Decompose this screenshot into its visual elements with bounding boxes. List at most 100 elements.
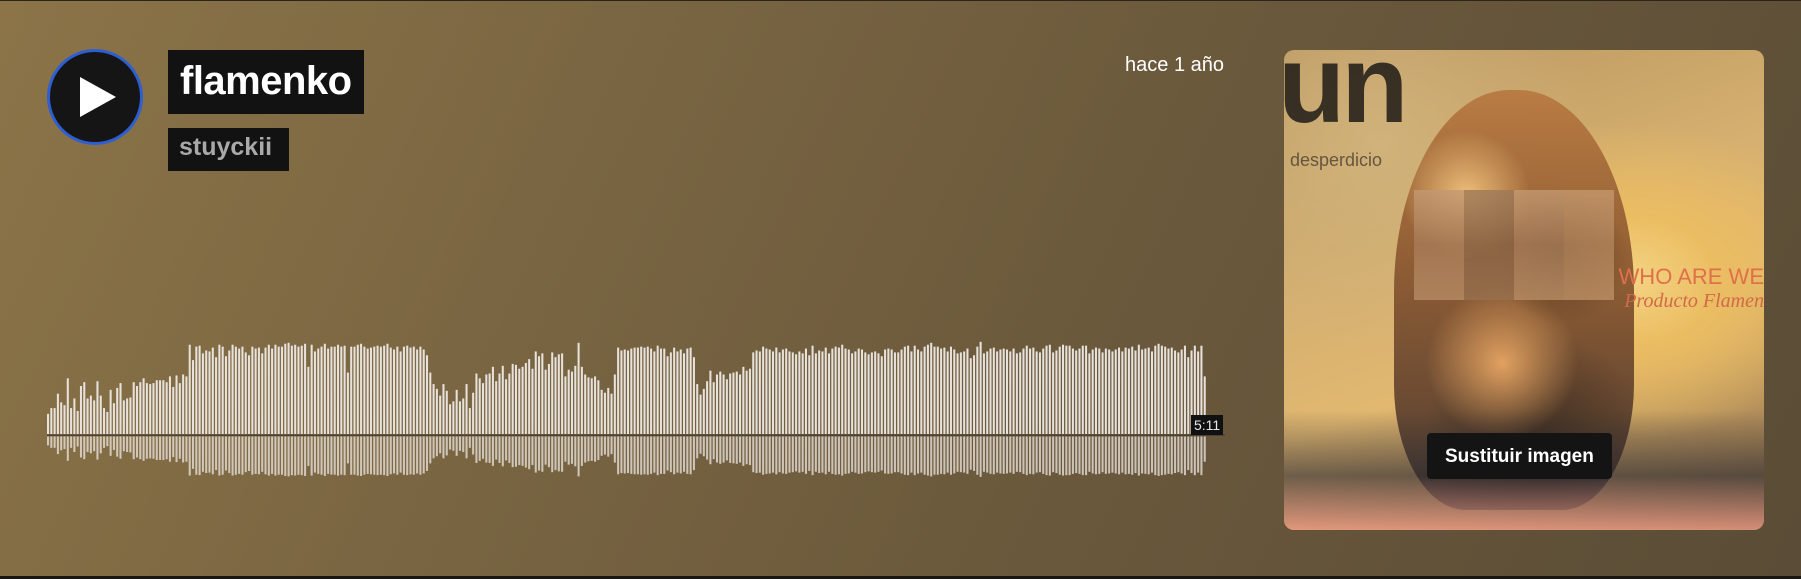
waveform-bar-reflection xyxy=(547,436,550,468)
waveform-bar-reflection xyxy=(290,436,293,476)
waveform-bar-reflection xyxy=(1015,436,1018,472)
waveform-bar xyxy=(669,352,672,434)
waveform-bar-reflection xyxy=(864,436,867,473)
waveform-bar-reflection xyxy=(396,436,399,475)
waveform-bar-reflection xyxy=(1009,436,1012,473)
waveform-bar xyxy=(89,395,92,434)
waveform-bar xyxy=(725,379,728,434)
waveform-bar xyxy=(969,358,972,434)
waveform-bar xyxy=(943,347,946,434)
waveform-bar xyxy=(824,347,827,434)
waveform-bar xyxy=(238,348,241,434)
waveform-bar-reflection xyxy=(1114,436,1117,474)
waveform-bar-reflection xyxy=(135,436,139,458)
waveform-bar-reflection xyxy=(554,436,557,471)
waveform-bar-reflection xyxy=(597,436,600,461)
waveform-bar xyxy=(106,411,109,434)
waveform-bar-reflection xyxy=(534,436,537,473)
waveform-bar xyxy=(178,383,181,434)
waveform-bar-reflection xyxy=(307,436,310,466)
waveform-bar-reflection xyxy=(221,436,224,475)
waveform-bar xyxy=(406,345,409,434)
waveform-bar xyxy=(676,351,679,434)
waveform-bar xyxy=(729,373,732,434)
waveform-bar-reflection xyxy=(969,436,972,470)
waveform-bar xyxy=(1144,348,1147,434)
waveform-bar xyxy=(175,375,178,434)
waveform-bar-reflection xyxy=(692,436,695,471)
waveform-bar-reflection xyxy=(669,436,672,473)
waveform-bar-reflection xyxy=(804,436,807,474)
waveform-bar xyxy=(762,346,765,434)
waveform-bar-reflection xyxy=(89,436,92,454)
waveform-bar xyxy=(1002,348,1005,434)
waveform-bar-reflection xyxy=(99,436,102,454)
waveform-bar-reflection xyxy=(468,436,471,448)
waveform-bar xyxy=(715,374,719,434)
waveform-bar-reflection xyxy=(963,436,966,473)
waveform-bar xyxy=(188,344,191,434)
waveform-bar xyxy=(267,344,270,434)
waveform-bar xyxy=(590,378,593,434)
waveform-bar xyxy=(666,356,669,434)
waveform-bar xyxy=(561,353,564,434)
waveform-bar-reflection xyxy=(1164,436,1167,475)
waveform-bar-reflection xyxy=(50,436,53,448)
waveform-bar-reflection xyxy=(159,436,162,461)
replace-image-button[interactable]: Sustituir imagen xyxy=(1427,433,1612,479)
waveform-bar xyxy=(870,352,873,434)
waveform-bar-reflection xyxy=(768,436,771,474)
waveform-bar-reflection xyxy=(1088,436,1091,472)
track-artist[interactable]: stuyckii xyxy=(168,128,290,171)
waveform-bar-reflection xyxy=(215,436,218,471)
waveform-bar-reflection xyxy=(1029,436,1032,474)
waveform-bar-reflection xyxy=(1167,436,1170,474)
waveform-bar xyxy=(1183,345,1186,434)
waveform-bar-reflection xyxy=(617,436,620,475)
waveform-bar xyxy=(656,345,659,434)
waveform-bar-reflection xyxy=(893,436,896,473)
waveform-bar xyxy=(1101,352,1104,434)
artwork-caption-2: Producto Flamen xyxy=(1624,290,1764,312)
waveform-bar-reflection xyxy=(646,436,649,475)
waveform-bar-reflection xyxy=(455,436,458,456)
waveform-bar-reflection xyxy=(333,436,336,475)
waveform-bar xyxy=(745,370,748,434)
waveform-bar-reflection xyxy=(376,436,379,476)
waveform-bar xyxy=(330,346,333,434)
waveform-bar xyxy=(1019,352,1022,434)
waveform-bar xyxy=(564,376,567,434)
waveform-bar xyxy=(1187,357,1190,434)
waveform-bar xyxy=(1157,343,1160,434)
waveform-bar xyxy=(791,352,794,434)
play-button[interactable] xyxy=(47,49,143,145)
waveform-bar xyxy=(393,349,396,434)
waveform-bar xyxy=(139,382,142,434)
waveform-bar-reflection xyxy=(386,436,389,476)
waveform-bar xyxy=(1164,346,1167,434)
waveform-bar-reflection xyxy=(198,436,201,476)
waveform-bar xyxy=(1174,350,1177,434)
waveform-bar-reflection xyxy=(1085,436,1088,476)
waveform[interactable] xyxy=(47,331,1225,481)
waveform-bar xyxy=(1170,347,1173,434)
waveform-bar xyxy=(1118,347,1121,434)
waveform-bar-reflection xyxy=(224,436,227,471)
waveform-bar xyxy=(475,373,478,434)
waveform-bar xyxy=(93,400,96,434)
waveform-bar xyxy=(1177,352,1180,434)
waveform-bar xyxy=(857,348,860,434)
waveform-bar xyxy=(801,353,804,434)
waveform-bar xyxy=(366,348,369,434)
waveform-bar xyxy=(429,372,432,434)
waveform-bar-reflection xyxy=(1131,436,1134,475)
waveform-bar xyxy=(63,405,66,434)
waveform-bar-reflection xyxy=(633,436,636,475)
waveform-bar xyxy=(185,376,188,434)
waveform-bar-reflection xyxy=(930,436,933,477)
waveform-bar-reflection xyxy=(369,436,372,475)
waveform-bar xyxy=(982,353,985,434)
waveform-bar-reflection xyxy=(1177,436,1180,473)
waveform-bar-reflection xyxy=(1121,436,1124,473)
track-title: flamenko xyxy=(168,50,364,114)
